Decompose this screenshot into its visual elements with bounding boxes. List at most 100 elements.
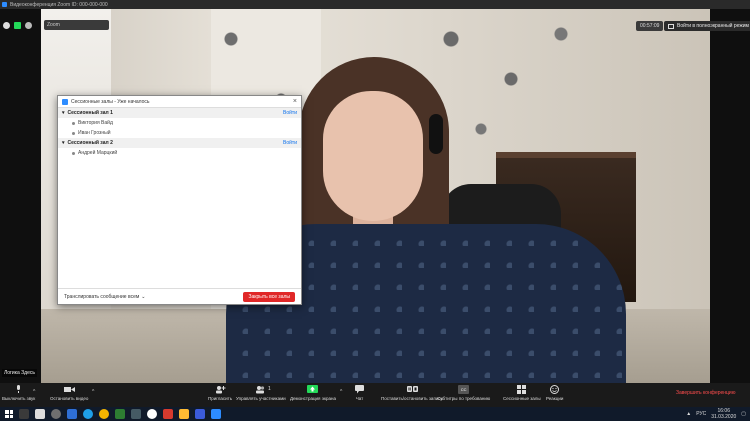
room-member: Виктория Вайд — [58, 118, 301, 128]
smiley-icon — [550, 385, 560, 394]
reactions-button[interactable]: Реакции — [546, 385, 563, 401]
share-screen-icon — [307, 385, 319, 393]
file-explorer-icon[interactable] — [179, 409, 189, 419]
dialog-title: Сессионные залы - Уже началось — [71, 98, 150, 105]
zoom-taskbar-icon[interactable] — [211, 409, 221, 419]
video-camera-icon — [63, 387, 75, 392]
fullscreen-icon — [668, 23, 674, 29]
share-screen-button[interactable]: Демонстрация экрана — [290, 385, 336, 401]
closed-captions-icon: CC — [458, 385, 470, 394]
pause-stop-record-icon — [406, 386, 418, 392]
close-all-rooms-button[interactable]: Закрыть все залы — [243, 291, 295, 302]
windows-taskbar: ▲ РУС 16:06 31.03.2020 ▢ — [0, 407, 750, 421]
fullscreen-button[interactable]: Войти в полноэкранный режим — [664, 21, 750, 31]
invite-button[interactable]: Пригласить — [208, 385, 232, 401]
captions-label: Субтитры по требованию — [437, 396, 491, 401]
manage-participants-button[interactable]: Управлять участниками — [236, 385, 286, 401]
microphone-icon — [17, 385, 21, 393]
excel-icon[interactable] — [115, 409, 125, 419]
dialog-title-bar: Сессионные залы - Уже началось × — [58, 96, 301, 108]
chevron-down-icon: ⌄ — [141, 293, 146, 300]
join-room-link[interactable]: Войти — [283, 110, 297, 116]
member-bullet — [72, 151, 75, 155]
calculator-icon[interactable] — [35, 409, 45, 419]
mute-label: Выключить звук — [2, 396, 36, 401]
settings-gear-icon[interactable] — [25, 22, 32, 29]
member-name: Виктория Вайд — [78, 120, 113, 126]
end-meeting-button[interactable]: Завершить конференцию — [676, 390, 735, 396]
zoom-icon — [62, 98, 68, 105]
join-room-link[interactable]: Войти — [283, 140, 297, 146]
chevron-down-icon[interactable]: ▾ — [62, 110, 65, 116]
chat-button[interactable]: Чат — [354, 385, 365, 401]
room-header[interactable]: ▾ Сессионный зал 1 Войти — [58, 108, 301, 118]
meeting-id-chip[interactable]: Zoom — [44, 20, 109, 30]
member-bullet — [72, 131, 75, 135]
windows-start-icon[interactable] — [5, 410, 13, 418]
chrome-icon[interactable] — [51, 409, 61, 419]
system-tray: ▲ РУС 16:06 31.03.2020 ▢ — [686, 408, 750, 420]
add-person-icon — [215, 386, 226, 394]
title-bar: Видеоконференция Zoom ID: 000-000-000 — [0, 0, 750, 9]
meeting-status-icons — [3, 22, 32, 29]
member-name: Иван Грозный — [78, 130, 111, 136]
meeting-id-text: Zoom — [47, 22, 60, 28]
meeting-timer: 00:57:09 — [636, 21, 664, 31]
share-screen-label: Демонстрация экрана — [290, 396, 336, 401]
member-name: Андрей Марцкий — [78, 150, 118, 156]
breakout-rooms-label: Сессионные залы — [503, 396, 541, 401]
participants-icon — [256, 386, 265, 394]
broadcast-message-button[interactable]: Транслировать сообщение всем ⌄ — [64, 294, 146, 300]
folder-icon[interactable] — [195, 409, 205, 419]
info-icon[interactable] — [3, 22, 10, 29]
notifications-icon[interactable]: ▢ — [741, 411, 746, 417]
chat-label: Чат — [355, 396, 364, 401]
yandex-browser-icon[interactable] — [99, 409, 109, 419]
audio-options-caret-icon[interactable]: ^ — [33, 389, 35, 395]
participant-name: Логика Здесь — [2, 369, 37, 377]
skype-icon[interactable] — [83, 409, 93, 419]
stop-video-button[interactable]: Остановить видео — [50, 385, 88, 401]
pdf-reader-icon[interactable] — [163, 409, 173, 419]
dialog-footer: Транслировать сообщение всем ⌄ Закрыть в… — [58, 288, 301, 304]
meeting-toolbar: Выключить звук ^ Остановить видео ^ Приг… — [0, 383, 750, 407]
mute-button[interactable]: Выключить звук — [2, 385, 35, 401]
fullscreen-label: Войти в полноэкранный режим — [677, 23, 749, 29]
zoom-window: Видеоконференция Zoom ID: 000-000-000 Zo… — [0, 0, 750, 421]
chat-icon — [355, 385, 364, 394]
video-options-caret-icon[interactable]: ^ — [92, 389, 94, 395]
clock[interactable]: 16:06 31.03.2020 — [711, 408, 736, 420]
app-icon[interactable] — [131, 409, 141, 419]
participant-face — [323, 91, 423, 221]
breakout-rooms-button[interactable]: Сессионные залы — [503, 385, 541, 401]
participants-count: 1 — [268, 386, 271, 392]
broadcast-label: Транслировать сообщение всем — [64, 293, 140, 300]
close-icon[interactable]: × — [293, 98, 297, 105]
captions-button[interactable]: CC Субтитры по требованию — [437, 385, 490, 401]
room-header[interactable]: ▾ Сессионный зал 2 Войти — [58, 138, 301, 148]
room-member: Андрей Марцкий — [58, 148, 301, 158]
media-player-icon[interactable] — [147, 409, 157, 419]
headset — [429, 114, 443, 154]
breakout-rooms-icon — [517, 385, 527, 394]
search-icon[interactable] — [19, 409, 29, 419]
record-button[interactable]: Поставить/остановить запись — [381, 385, 443, 401]
invite-label: Пригласить — [208, 396, 233, 401]
zoom-app-icon — [2, 2, 7, 7]
stop-video-label: Остановить видео — [50, 396, 89, 401]
language-indicator[interactable]: РУС — [696, 411, 706, 417]
record-label: Поставить/остановить запись — [381, 396, 443, 401]
room-member: Иван Грозный — [58, 128, 301, 138]
breakout-rooms-dialog: Сессионные залы - Уже началось × ▾ Сесси… — [57, 95, 302, 305]
share-options-caret-icon[interactable]: ^ — [340, 389, 342, 395]
room-name: Сессионный зал 2 — [67, 140, 113, 146]
video-area: Zoom 00:57:09 Войти в полноэкранный режи… — [0, 9, 750, 383]
encryption-lock-icon[interactable] — [14, 22, 21, 29]
chevron-down-icon[interactable]: ▾ — [62, 140, 65, 146]
network-icon[interactable]: ▲ — [686, 411, 691, 417]
window-title: Видеоконференция Zoom ID: 000-000-000 — [10, 1, 108, 8]
room-name: Сессионный зал 1 — [67, 110, 113, 116]
member-bullet — [72, 121, 75, 125]
telegram-icon[interactable] — [67, 409, 77, 419]
participants-label: Управлять участниками — [236, 396, 286, 401]
